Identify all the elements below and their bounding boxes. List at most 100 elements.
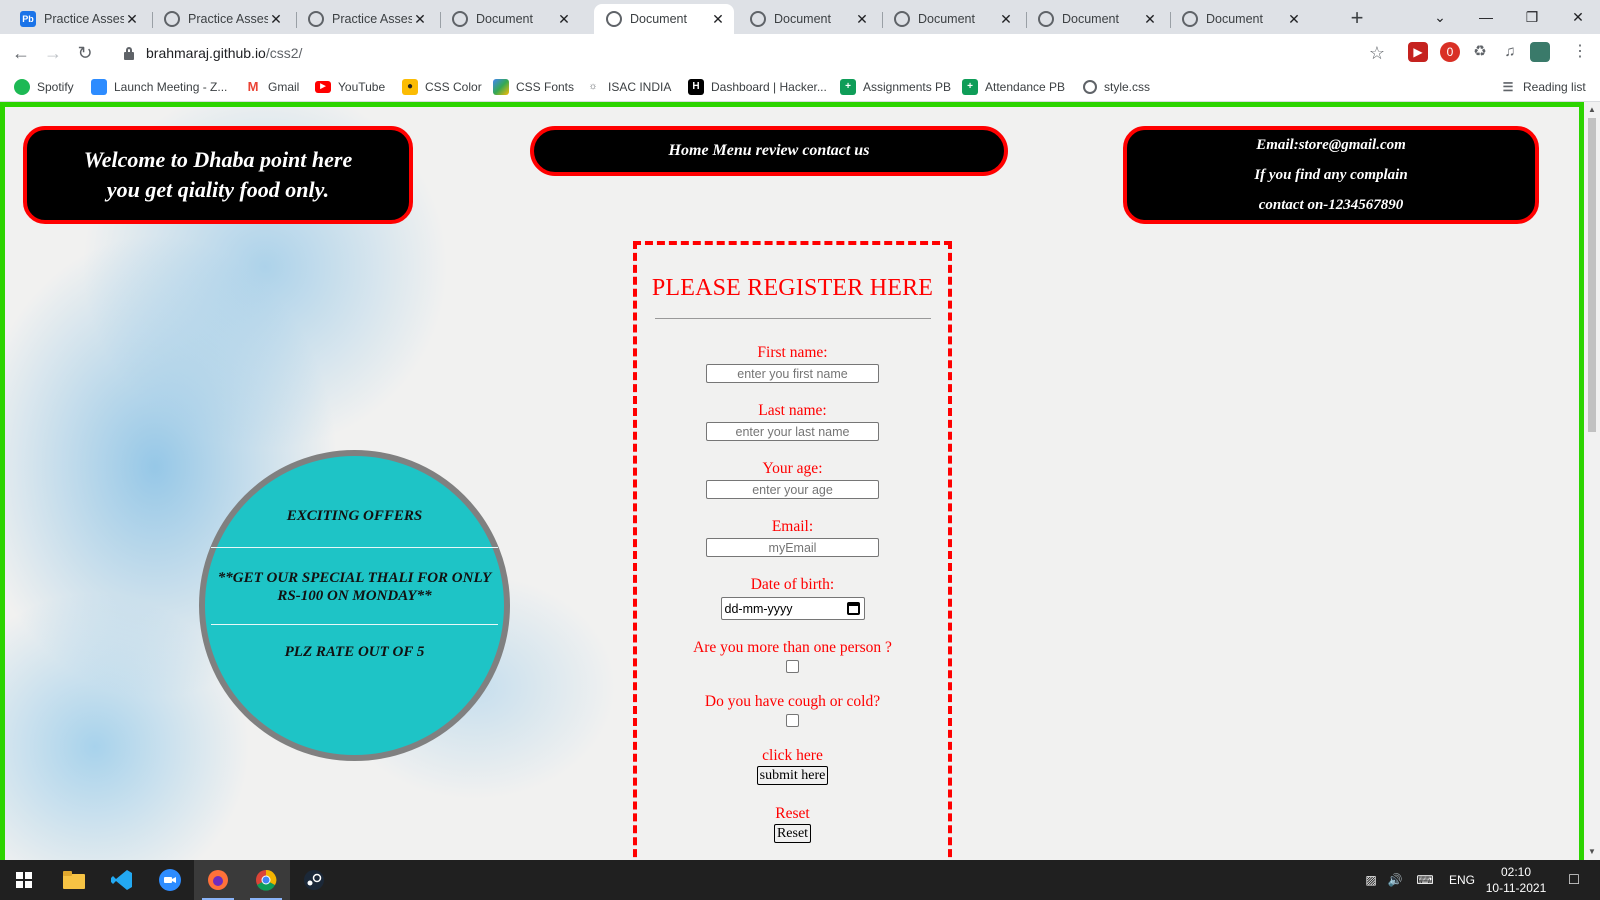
cough-field: Do you have cough or cold?	[637, 693, 948, 727]
close-icon[interactable]: ✕	[1286, 11, 1302, 28]
bookmark-spotify[interactable]: Spotify	[14, 78, 74, 96]
browser-tab[interactable]: Document ✕	[440, 4, 580, 34]
forward-icon[interactable]: →	[41, 41, 65, 65]
avatar[interactable]	[1530, 42, 1550, 62]
contact-line: If you find any complain	[1254, 167, 1408, 183]
vscode-icon[interactable]	[98, 860, 146, 900]
keyboard-icon[interactable]: ⌨	[1412, 860, 1438, 900]
cough-label: Do you have cough or cold?	[704, 693, 881, 710]
bookmark-label: Launch Meeting - Z...	[114, 80, 228, 94]
nav-links[interactable]: Home Menu review contact us	[534, 142, 1004, 160]
browser-tab[interactable]: Practice Assess ✕	[296, 4, 436, 34]
close-icon[interactable]: ✕	[556, 11, 572, 28]
back-icon[interactable]: ←	[9, 41, 33, 65]
browser-tab-active[interactable]: Document ✕	[594, 4, 734, 34]
extension-icon[interactable]: ▶	[1408, 42, 1428, 62]
close-icon[interactable]: ✕	[998, 11, 1014, 28]
browser-tab[interactable]: Document ✕	[1026, 4, 1166, 34]
offers-divider	[211, 547, 498, 548]
email-input[interactable]	[706, 538, 879, 557]
file-explorer-icon[interactable]	[50, 860, 98, 900]
close-icon[interactable]: ✕	[124, 11, 140, 28]
menu-icon[interactable]: ⋮	[1570, 42, 1590, 62]
window-close-icon[interactable]: ✕	[1558, 4, 1598, 30]
reading-list-icon: ☰	[1502, 80, 1514, 94]
bookmark-isac[interactable]: ☼ ISAC INDIA	[585, 78, 671, 96]
scroll-up-icon[interactable]: ▲	[1584, 102, 1600, 118]
reading-list-label: Reading list	[1523, 80, 1586, 94]
steam-icon[interactable]	[290, 860, 338, 900]
browser-tab[interactable]: Document ✕	[738, 4, 878, 34]
lock-icon[interactable]	[122, 46, 136, 60]
reload-icon[interactable]: ↻	[73, 41, 97, 65]
tab-title: Document	[918, 12, 975, 26]
close-icon[interactable]: ✕	[854, 11, 870, 28]
start-icon[interactable]	[0, 860, 48, 900]
bookmark-youtube[interactable]: ▶ YouTube	[315, 78, 385, 96]
bookmark-label: YouTube	[338, 80, 386, 94]
first-name-input[interactable]	[706, 364, 879, 383]
cough-checkbox[interactable]	[786, 714, 799, 727]
reset-field: Reset Reset	[637, 805, 948, 843]
bookmark-css-fonts[interactable]: CSS Fonts	[493, 78, 574, 96]
reset-button[interactable]: Reset	[773, 824, 812, 843]
network-icon[interactable]: ▨	[1360, 860, 1382, 900]
bookmark-style-css[interactable]: style.css	[1083, 78, 1150, 96]
chrome-icon[interactable]	[242, 860, 290, 900]
email-field: Email:	[637, 518, 948, 557]
form-heading: PLEASE REGISTER HERE	[651, 275, 934, 301]
restore-icon[interactable]: ❐	[1512, 4, 1552, 30]
bookmark-attendance[interactable]: + Attendance PB	[962, 78, 1065, 96]
bookmark-star-icon[interactable]: ☆	[1365, 41, 1389, 65]
submit-button[interactable]: submit here	[756, 766, 829, 785]
bookmark-css-color[interactable]: ● CSS Color	[402, 78, 482, 96]
address-bar[interactable]: brahmaraj.github.io/css2/	[112, 39, 1384, 67]
bookmark-hackerrank[interactable]: H Dashboard | Hacker...	[688, 78, 827, 96]
globe-icon	[1038, 11, 1054, 27]
clock-date: 10-11-2021	[1485, 881, 1547, 895]
age-input[interactable]	[706, 480, 879, 499]
clock[interactable]: 02:10 10-11-2021	[1482, 860, 1550, 900]
scrollbar[interactable]: ▲ ▼	[1584, 102, 1600, 860]
nav-bar: Home Menu review contact us	[530, 126, 1008, 176]
new-tab-button[interactable]: +	[1344, 6, 1370, 32]
last-name-input[interactable]	[706, 422, 879, 441]
dob-input[interactable]: dd-mm-yyyy	[720, 597, 865, 620]
globe-icon	[1182, 11, 1198, 27]
language-indicator[interactable]: ENG	[1444, 860, 1480, 900]
close-icon[interactable]: ✕	[1142, 11, 1158, 28]
media-control-icon[interactable]: ♫	[1500, 42, 1520, 62]
close-icon[interactable]: ✕	[268, 11, 284, 28]
volume-icon[interactable]: 🔊	[1384, 860, 1406, 900]
reading-list[interactable]: ☰ Reading list	[1500, 78, 1586, 96]
zoom-icon[interactable]	[146, 860, 194, 900]
register-form: PLEASE REGISTER HERE First name: Last na…	[633, 241, 952, 860]
bookmark-zoom[interactable]: Launch Meeting - Z...	[91, 78, 227, 96]
close-icon[interactable]: ✕	[412, 11, 428, 28]
last-name-label: Last name:	[758, 402, 827, 419]
contact-phone: contact on-1234567890	[1258, 197, 1404, 213]
first-name-label: First name:	[757, 344, 828, 361]
browser-tab[interactable]: Document ✕	[882, 4, 1022, 34]
calendar-icon[interactable]	[846, 602, 860, 615]
globe-icon	[164, 11, 180, 27]
globe-icon	[606, 11, 622, 27]
puzzle-icon[interactable]: ♻	[1470, 42, 1490, 62]
browser-tab[interactable]: Practice Assess ✕	[152, 4, 292, 34]
firefox-icon[interactable]	[194, 860, 242, 900]
notification-icon[interactable]: □	[1556, 860, 1592, 900]
scroll-thumb[interactable]	[1588, 118, 1596, 432]
extension-badge-icon[interactable]: 0	[1440, 42, 1460, 62]
browser-tab[interactable]: Pb Practice Assess ✕	[8, 4, 148, 34]
scroll-down-icon[interactable]: ▼	[1584, 844, 1600, 860]
browser-tab[interactable]: Document ✕	[1170, 4, 1310, 34]
tab-strip: Pb Practice Assess ✕ Practice Assess ✕ P…	[0, 0, 1600, 34]
globe-icon	[750, 11, 766, 27]
bookmark-gmail[interactable]: M Gmail	[245, 78, 300, 96]
person-checkbox[interactable]	[786, 660, 799, 673]
close-icon[interactable]: ✕	[710, 11, 726, 28]
tab-search-icon[interactable]: ⌄	[1420, 4, 1460, 30]
bookmark-assignments[interactable]: + Assignments PB	[840, 78, 951, 96]
hackerrank-icon: H	[688, 79, 704, 95]
minimize-icon[interactable]: —	[1466, 4, 1506, 30]
